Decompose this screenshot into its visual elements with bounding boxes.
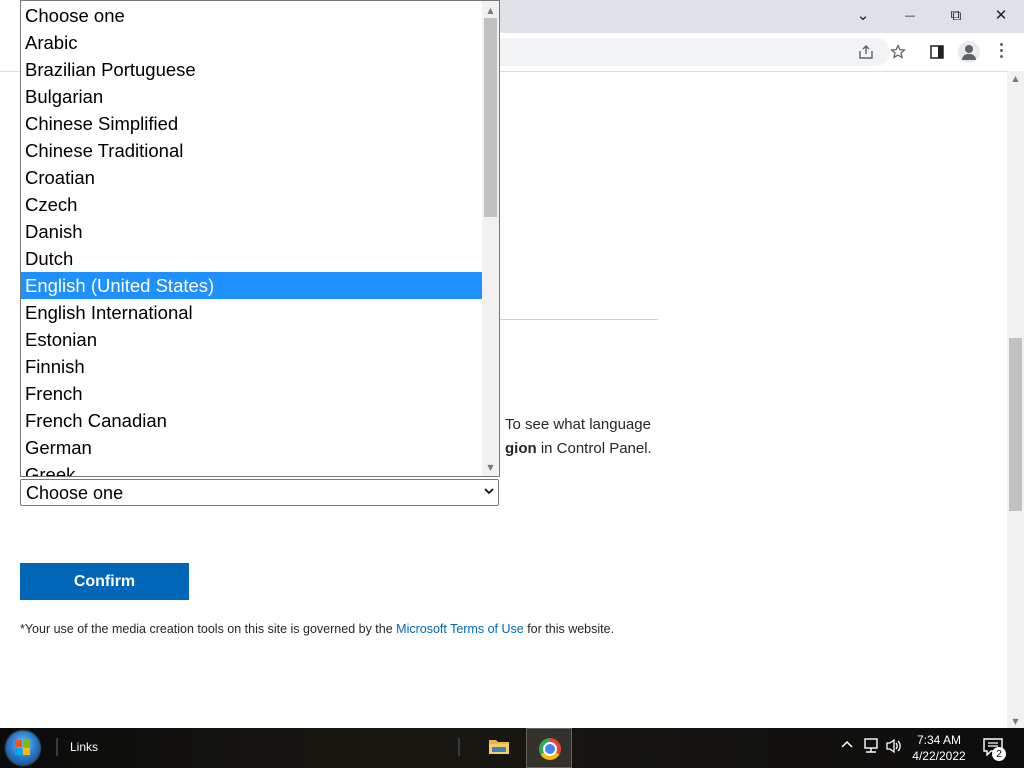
close-window-button[interactable]: ✕ bbox=[978, 0, 1024, 30]
dropdown-option[interactable]: Croatian bbox=[21, 164, 482, 191]
dropdown-option[interactable]: Dutch bbox=[21, 245, 482, 272]
folder-icon[interactable] bbox=[488, 737, 510, 755]
scroll-up-arrow-icon[interactable]: ▲ bbox=[1007, 71, 1024, 85]
language-info-line-1: To see what language bbox=[505, 416, 651, 433]
chevron-down-icon bbox=[483, 485, 495, 500]
close-icon: ✕ bbox=[994, 6, 1008, 24]
taskbar-separator bbox=[458, 738, 460, 756]
browser-tab[interactable] bbox=[0, 0, 20, 33]
minimize-icon: — bbox=[904, 8, 916, 22]
chrome-taskbar-button[interactable] bbox=[526, 728, 572, 768]
dropdown-option[interactable]: Chinese Traditional bbox=[21, 137, 482, 164]
dropdown-option[interactable]: Bulgarian bbox=[21, 83, 482, 110]
dropdown-option[interactable]: English (United States) bbox=[21, 272, 482, 299]
dropdown-option[interactable]: Choose one bbox=[21, 2, 482, 29]
dropdown-option[interactable]: Greek bbox=[21, 461, 482, 476]
dropdown-option[interactable]: French bbox=[21, 380, 482, 407]
menu-icon[interactable] bbox=[1000, 43, 1004, 61]
system-clock[interactable]: 7:34 AM 4/22/2022 bbox=[905, 732, 973, 764]
confirm-button[interactable]: Confirm bbox=[20, 563, 189, 600]
terms-notice: *Your use of the media creation tools on… bbox=[20, 622, 614, 636]
notification-badge: 2 bbox=[992, 747, 1006, 761]
volume-icon[interactable] bbox=[885, 738, 903, 758]
dropdown-option[interactable]: Czech bbox=[21, 191, 482, 218]
dropdown-option[interactable]: English International bbox=[21, 299, 482, 326]
scroll-up-arrow-icon[interactable]: ▲ bbox=[482, 3, 499, 17]
dropdown-scrollbar[interactable]: ▲ ▼ bbox=[482, 1, 499, 476]
clock-date: 4/22/2022 bbox=[912, 749, 966, 763]
region-bold-text: gion bbox=[505, 440, 537, 457]
restore-button[interactable]: ⧉ bbox=[933, 0, 979, 30]
restore-icon: ⧉ bbox=[950, 6, 962, 24]
control-panel-text: in Control Panel. bbox=[536, 440, 652, 457]
scroll-down-arrow-icon[interactable]: ▼ bbox=[1007, 714, 1024, 728]
page-scrollbar-thumb[interactable] bbox=[1009, 338, 1022, 511]
language-select[interactable]: Choose one bbox=[20, 479, 499, 506]
sidepanel-icon[interactable] bbox=[927, 42, 947, 62]
terms-suffix: for this website. bbox=[523, 622, 615, 636]
dropdown-option[interactable]: Danish bbox=[21, 218, 482, 245]
language-dropdown-list[interactable]: Choose one Arabic Brazilian Portuguese Bulg… bbox=[20, 0, 500, 477]
dropdown-option[interactable]: Estonian bbox=[21, 326, 482, 353]
links-toolbar[interactable]: Links bbox=[70, 740, 98, 754]
language-info-line-2: gion in Control Panel. bbox=[505, 440, 652, 457]
language-select-value: Choose one bbox=[26, 483, 124, 503]
dropdown-option[interactable]: French Canadian bbox=[21, 407, 482, 434]
terms-prefix: *Your use of the media creation tools on… bbox=[20, 622, 397, 636]
chevron-down-icon: ⌄ bbox=[856, 6, 870, 24]
taskbar-separator bbox=[56, 738, 58, 756]
dropdown-option[interactable]: German bbox=[21, 434, 482, 461]
profile-icon[interactable] bbox=[958, 41, 980, 63]
page-scrollbar[interactable]: ▲ ▼ bbox=[1007, 71, 1024, 728]
minimize-button[interactable]: — bbox=[887, 0, 933, 30]
scroll-down-arrow-icon[interactable]: ▼ bbox=[482, 460, 499, 474]
dropdown-scrollbar-thumb[interactable] bbox=[484, 18, 497, 217]
clock-time: 7:34 AM bbox=[916, 733, 962, 747]
dropdown-option[interactable]: Arabic bbox=[21, 29, 482, 56]
tab-search-button[interactable]: ⌄ bbox=[840, 0, 886, 30]
dropdown-option[interactable]: Chinese Simplified bbox=[21, 110, 482, 137]
start-icon[interactable] bbox=[6, 731, 40, 765]
taskbar: Links 7:34 AM 4/22/2022 2 bbox=[0, 728, 1024, 768]
star-icon[interactable] bbox=[888, 42, 908, 62]
chrome-icon bbox=[539, 738, 561, 760]
share-icon[interactable] bbox=[856, 42, 876, 62]
terms-of-use-link[interactable]: Microsoft Terms of Use bbox=[396, 622, 524, 636]
divider bbox=[500, 319, 658, 320]
network-icon[interactable] bbox=[862, 738, 880, 758]
dropdown-option[interactable]: Finnish bbox=[21, 353, 482, 380]
chevron-up-icon[interactable] bbox=[840, 738, 854, 756]
dropdown-option[interactable]: Brazilian Portuguese bbox=[21, 56, 482, 83]
